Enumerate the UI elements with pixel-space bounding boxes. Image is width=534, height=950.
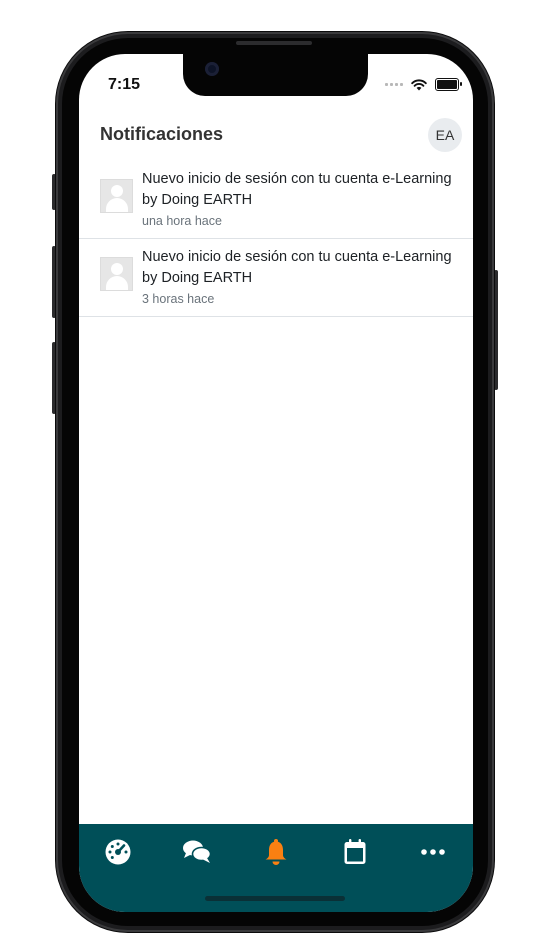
tab-calendar[interactable]	[335, 836, 375, 868]
user-avatar[interactable]: EA	[428, 118, 462, 152]
dashboard-icon	[105, 839, 131, 865]
speaker-slot	[236, 41, 312, 45]
notch	[183, 54, 368, 96]
notification-time: una hora hace	[142, 214, 222, 228]
app-screen: 7:15 Notificaciones EA Nuevo inicio de s…	[79, 54, 473, 912]
notification-item[interactable]: Nuevo inicio de sesión con tu cuenta e-L…	[79, 161, 473, 239]
page-title: Notificaciones	[100, 124, 224, 144]
notification-list: Nuevo inicio de sesión con tu cuenta e-L…	[79, 161, 473, 317]
power-button	[494, 270, 498, 390]
wifi-icon	[411, 78, 427, 90]
home-indicator[interactable]	[205, 896, 345, 901]
more-icon	[421, 849, 445, 855]
notification-time: 3 horas hace	[142, 292, 215, 306]
bell-icon	[265, 839, 287, 865]
notification-title: Nuevo inicio de sesión con tu cuenta e-L…	[142, 171, 452, 208]
status-time: 7:15	[108, 76, 141, 93]
sender-avatar-icon	[100, 257, 133, 291]
signal-icon	[385, 83, 403, 86]
tab-messages[interactable]	[177, 836, 217, 868]
messages-icon	[183, 840, 212, 863]
notification-item[interactable]: Nuevo inicio de sesión con tu cuenta e-L…	[79, 239, 473, 317]
tab-notifications[interactable]	[256, 836, 296, 868]
notification-title: Nuevo inicio de sesión con tu cuenta e-L…	[142, 249, 452, 286]
page-header: Notificaciones EA	[79, 116, 473, 160]
status-icons	[385, 78, 462, 91]
tab-dashboard[interactable]	[98, 836, 138, 868]
battery-icon	[435, 78, 462, 91]
bottom-tab-bar	[79, 824, 473, 912]
tab-more[interactable]	[413, 836, 453, 868]
calendar-icon	[344, 839, 366, 864]
front-camera	[205, 62, 219, 76]
sender-avatar-icon	[100, 179, 133, 213]
